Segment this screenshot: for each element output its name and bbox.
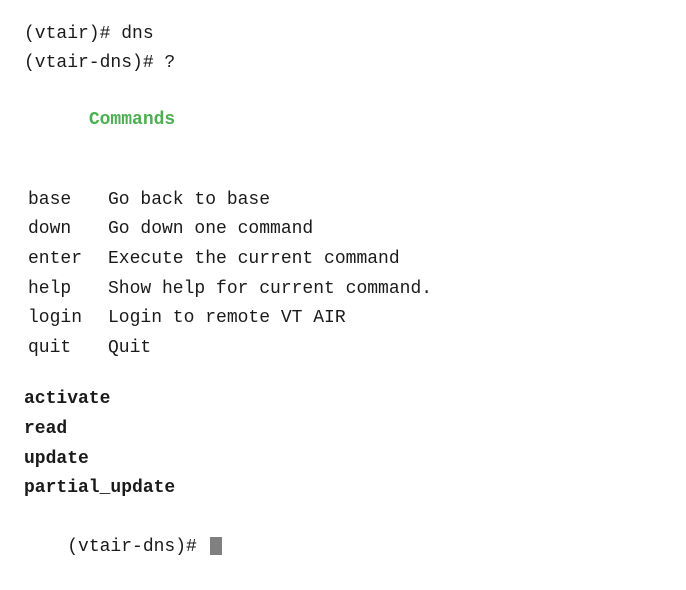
commands-heading: Commands [24,78,662,164]
cmd-desc: Login to remote VT AIR [108,304,346,334]
list-item: update [24,445,662,475]
table-row: loginLogin to remote VT AIR [28,304,662,334]
cmd-name: base [28,186,108,216]
spacer-2 [24,364,662,386]
prompt-text: (vtair-dns)# [67,537,207,557]
line-1: (vtair)# dns [24,20,662,49]
cmd-name: quit [28,334,108,364]
table-row: helpShow help for current command. [28,275,662,305]
cmd-name: login [28,304,108,334]
table-row: enterExecute the current command [28,245,662,275]
commands-table: baseGo back to basedownGo down one comma… [28,186,662,364]
cmd-desc: Execute the current command [108,245,400,275]
spacer-1 [24,164,662,186]
list-item: partial_update [24,474,662,504]
cmd-desc: Go back to base [108,186,270,216]
cmd-desc: Go down one command [108,215,313,245]
list-item: activate [24,385,662,415]
commands-label: Commands [89,110,175,130]
line-2: (vtair-dns)# ? [24,49,662,78]
cmd-name: down [28,215,108,245]
cmd-desc: Show help for current command. [108,275,432,305]
cmd-desc: Quit [108,334,151,364]
terminal-window: (vtair)# dns (vtair-dns)# ? Commands bas… [24,20,662,590]
final-prompt: (vtair-dns)# [24,504,662,590]
table-row: downGo down one command [28,215,662,245]
list-item: read [24,415,662,445]
bold-commands-section: activatereadupdatepartial_update [24,385,662,504]
cursor [210,537,222,555]
table-row: quitQuit [28,334,662,364]
cmd-name: help [28,275,108,305]
cmd-name: enter [28,245,108,275]
table-row: baseGo back to base [28,186,662,216]
